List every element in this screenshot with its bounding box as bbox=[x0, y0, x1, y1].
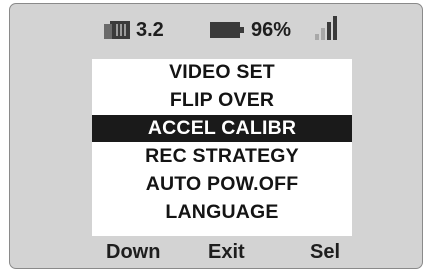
memory-status: 3.2 bbox=[104, 18, 164, 42]
select-softkey[interactable]: Sel bbox=[310, 240, 340, 264]
signal-bar bbox=[327, 22, 331, 40]
battery-value: 96% bbox=[251, 19, 292, 41]
signal-bar bbox=[333, 16, 337, 40]
exit-softkey[interactable]: Exit bbox=[208, 240, 245, 264]
signal-status bbox=[315, 16, 337, 40]
device-screen: 3.2 96% VIDEO SET FLIP OVER ACCEL CALIBR RE… bbox=[9, 3, 423, 269]
menu-item-video-set[interactable]: VIDEO SET bbox=[92, 59, 352, 86]
battery-icon bbox=[210, 22, 244, 38]
signal-bar bbox=[321, 28, 325, 40]
signal-strength-icon bbox=[315, 16, 337, 40]
menu-item-accel-calibr[interactable]: ACCEL CALIBR bbox=[92, 115, 352, 142]
menu-item-rec-strategy[interactable]: REC STRATEGY bbox=[92, 143, 352, 170]
menu-item-flip-over[interactable]: FLIP OVER bbox=[92, 87, 352, 114]
memory-value: 3.2 bbox=[136, 19, 164, 41]
menu-item-auto-pow-off[interactable]: AUTO POW.OFF bbox=[92, 171, 352, 198]
softkey-bar: Down Exit Sel bbox=[10, 237, 422, 267]
down-softkey[interactable]: Down bbox=[106, 240, 160, 264]
memory-card-icon bbox=[104, 21, 130, 39]
menu-item-language[interactable]: LANGUAGE bbox=[92, 199, 352, 226]
battery-status: 96% bbox=[210, 18, 291, 42]
signal-bar bbox=[315, 34, 319, 40]
status-bar: 3.2 96% bbox=[10, 4, 422, 56]
menu-list: VIDEO SET FLIP OVER ACCEL CALIBR REC STRATE… bbox=[92, 59, 352, 236]
